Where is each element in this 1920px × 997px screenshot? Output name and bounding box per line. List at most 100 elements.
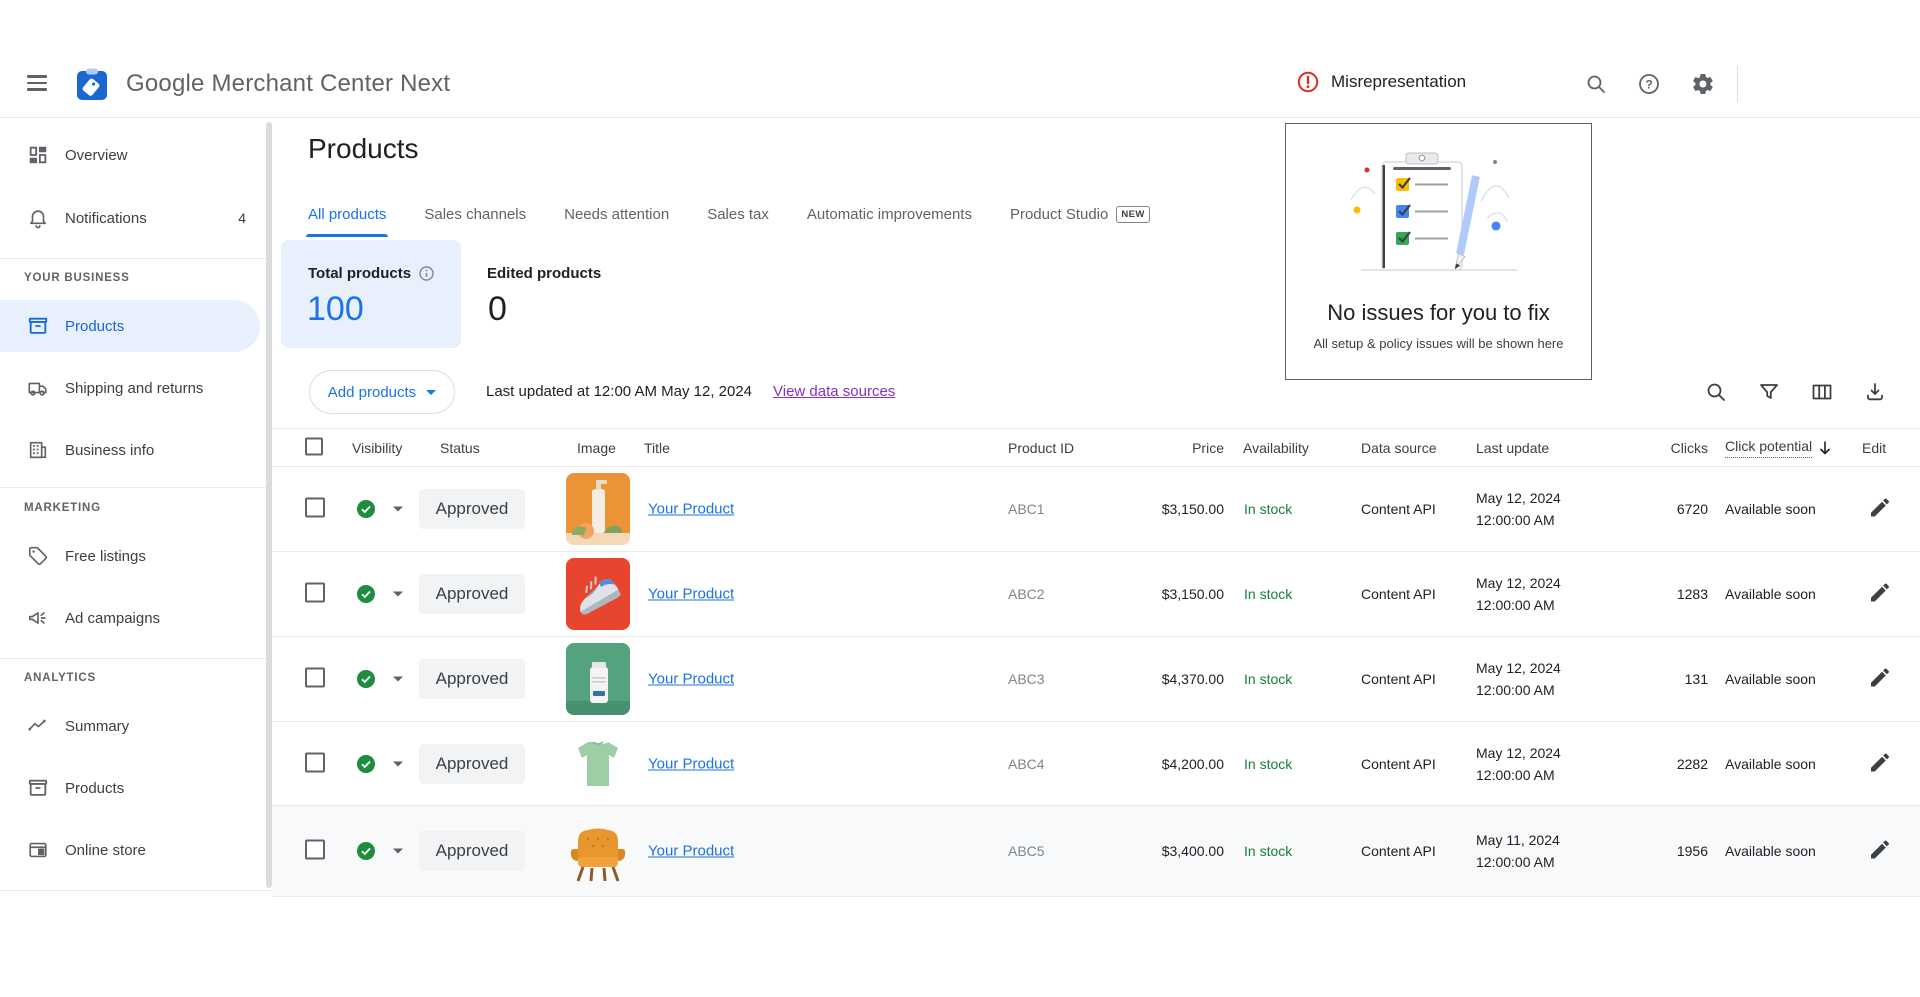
table-row: Approved Your Product ABC1 $3,150.00 In …	[272, 467, 1920, 552]
sidebar-item-products[interactable]: Products	[0, 300, 260, 352]
edit-button[interactable]	[1868, 666, 1892, 693]
chevron-down-icon[interactable]	[393, 507, 403, 512]
visibility-approved-icon[interactable]	[357, 500, 375, 518]
filter-icon[interactable]	[1757, 380, 1781, 404]
sidebar-item-label: Business info	[65, 442, 154, 459]
sidebar-item-shipping[interactable]: Shipping and returns	[0, 362, 260, 414]
visibility-approved-icon[interactable]	[357, 585, 375, 603]
add-products-button[interactable]: Add products	[309, 370, 455, 414]
notifications-count-badge: 4	[238, 210, 246, 226]
edit-button[interactable]	[1868, 581, 1892, 608]
header-divider	[1737, 66, 1738, 102]
sidebar-item-label: Notifications	[65, 210, 147, 227]
chevron-down-icon[interactable]	[393, 592, 403, 597]
product-title-link[interactable]: Your Product	[648, 843, 734, 860]
sidebar-item-business-info[interactable]: Business info	[0, 424, 260, 476]
select-all-checkbox[interactable]	[305, 437, 323, 455]
truck-icon	[27, 377, 49, 399]
tab-product-studio[interactable]: Product Studio NEW	[1010, 191, 1150, 237]
popup-subtext: All setup & policy issues will be shown …	[1286, 336, 1591, 351]
sidebar-item-summary[interactable]: Summary	[0, 700, 260, 752]
edit-button[interactable]	[1868, 750, 1892, 777]
chevron-down-icon[interactable]	[393, 849, 403, 854]
merchant-center-app: Google Merchant Center Next Misrepresent…	[0, 0, 1920, 997]
col-product-id: Product ID	[1008, 440, 1074, 456]
sidebar-divider	[0, 658, 272, 659]
tab-sales-tax[interactable]: Sales tax	[707, 191, 769, 237]
col-click-potential-sort[interactable]: Click potential	[1725, 438, 1832, 458]
row-checkbox[interactable]	[305, 668, 325, 688]
status-badge: Approved	[419, 574, 525, 614]
view-data-sources-link[interactable]: View data sources	[773, 383, 895, 400]
sidebar-item-label: Overview	[65, 147, 128, 164]
availability: In stock	[1244, 671, 1292, 687]
sidebar-item-label: Free listings	[65, 548, 146, 565]
tab-needs-attention[interactable]: Needs attention	[564, 191, 669, 237]
chevron-down-icon[interactable]	[393, 677, 403, 682]
help-icon[interactable]: ?	[1637, 72, 1661, 96]
status-badge: Approved	[419, 489, 525, 529]
col-price: Price	[1124, 440, 1224, 456]
product-image	[566, 815, 630, 887]
columns-icon[interactable]	[1810, 380, 1834, 404]
megaphone-icon	[27, 607, 49, 629]
sidebar-item-ad-campaigns[interactable]: Ad campaigns	[0, 592, 260, 644]
clicks: 2282	[1628, 756, 1708, 772]
info-icon[interactable]	[419, 266, 434, 281]
menu-icon[interactable]	[27, 75, 47, 91]
price: $3,150.00	[1124, 586, 1224, 602]
visibility-approved-icon[interactable]	[357, 842, 375, 860]
status-badge: Approved	[419, 659, 525, 699]
settings-icon[interactable]	[1691, 72, 1715, 96]
product-id: ABC4	[1008, 756, 1045, 772]
tab-sales-channels[interactable]: Sales channels	[424, 191, 526, 237]
tab-automatic-improvements[interactable]: Automatic improvements	[807, 191, 972, 237]
product-title-link[interactable]: Your Product	[648, 586, 734, 603]
col-image: Image	[577, 440, 616, 456]
table-search-icon[interactable]	[1704, 380, 1728, 404]
row-checkbox[interactable]	[305, 498, 325, 518]
product-title-link[interactable]: Your Product	[648, 501, 734, 518]
sidebar-item-online-store[interactable]: Online store	[0, 824, 260, 876]
visibility-approved-icon[interactable]	[357, 755, 375, 773]
col-edit: Edit	[1862, 440, 1886, 456]
new-badge: NEW	[1116, 206, 1149, 223]
account-alert[interactable]: Misrepresentation	[1297, 71, 1466, 93]
last-update: May 12, 2024 12:00:00 AM	[1476, 487, 1561, 531]
row-checkbox[interactable]	[305, 583, 325, 603]
search-icon[interactable]	[1584, 72, 1608, 96]
row-checkbox[interactable]	[305, 752, 325, 772]
clicks: 1956	[1628, 843, 1708, 859]
tag-icon	[27, 545, 49, 567]
sidebar-item-notifications[interactable]: Notifications 4	[0, 192, 260, 244]
product-title-link[interactable]: Your Product	[648, 755, 734, 772]
row-checkbox[interactable]	[305, 840, 325, 860]
total-products-label: Total products	[308, 265, 434, 282]
chevron-down-icon[interactable]	[393, 761, 403, 766]
edit-button[interactable]	[1868, 496, 1892, 523]
sidebar-section-analytics: ANALYTICS	[24, 672, 96, 684]
line-chart-icon	[27, 715, 49, 737]
data-source: Content API	[1361, 756, 1436, 772]
main-content: Products All products Sales channels Nee…	[272, 119, 1920, 897]
edit-button[interactable]	[1868, 838, 1892, 865]
product-title-link[interactable]: Your Product	[648, 671, 734, 688]
app-title: Google Merchant Center Next	[126, 70, 450, 98]
product-image	[566, 728, 630, 800]
sidebar-item-free-listings[interactable]: Free listings	[0, 530, 260, 582]
table-row: Approved Your Product ABC4 $4,200.00 In …	[272, 722, 1920, 806]
sidebar-item-overview[interactable]: Overview	[0, 129, 260, 181]
availability: In stock	[1244, 756, 1292, 772]
download-icon[interactable]	[1863, 380, 1887, 404]
sidebar-divider	[0, 487, 272, 488]
sidebar-item-products-analytics[interactable]: Products	[0, 762, 260, 814]
table-row: Approved Your Product ABC3 $4,370.00 In …	[272, 637, 1920, 722]
app-header: Google Merchant Center Next Misrepresent…	[0, 50, 1920, 118]
col-last-update: Last update	[1476, 440, 1549, 456]
sidebar-item-label: Products	[65, 318, 124, 335]
tab-all-products[interactable]: All products	[308, 191, 386, 237]
total-products-value: 100	[307, 290, 364, 329]
visibility-approved-icon[interactable]	[357, 670, 375, 688]
sidebar-section-your-business: YOUR BUSINESS	[24, 272, 130, 284]
col-clicks: Clicks	[1628, 440, 1708, 456]
